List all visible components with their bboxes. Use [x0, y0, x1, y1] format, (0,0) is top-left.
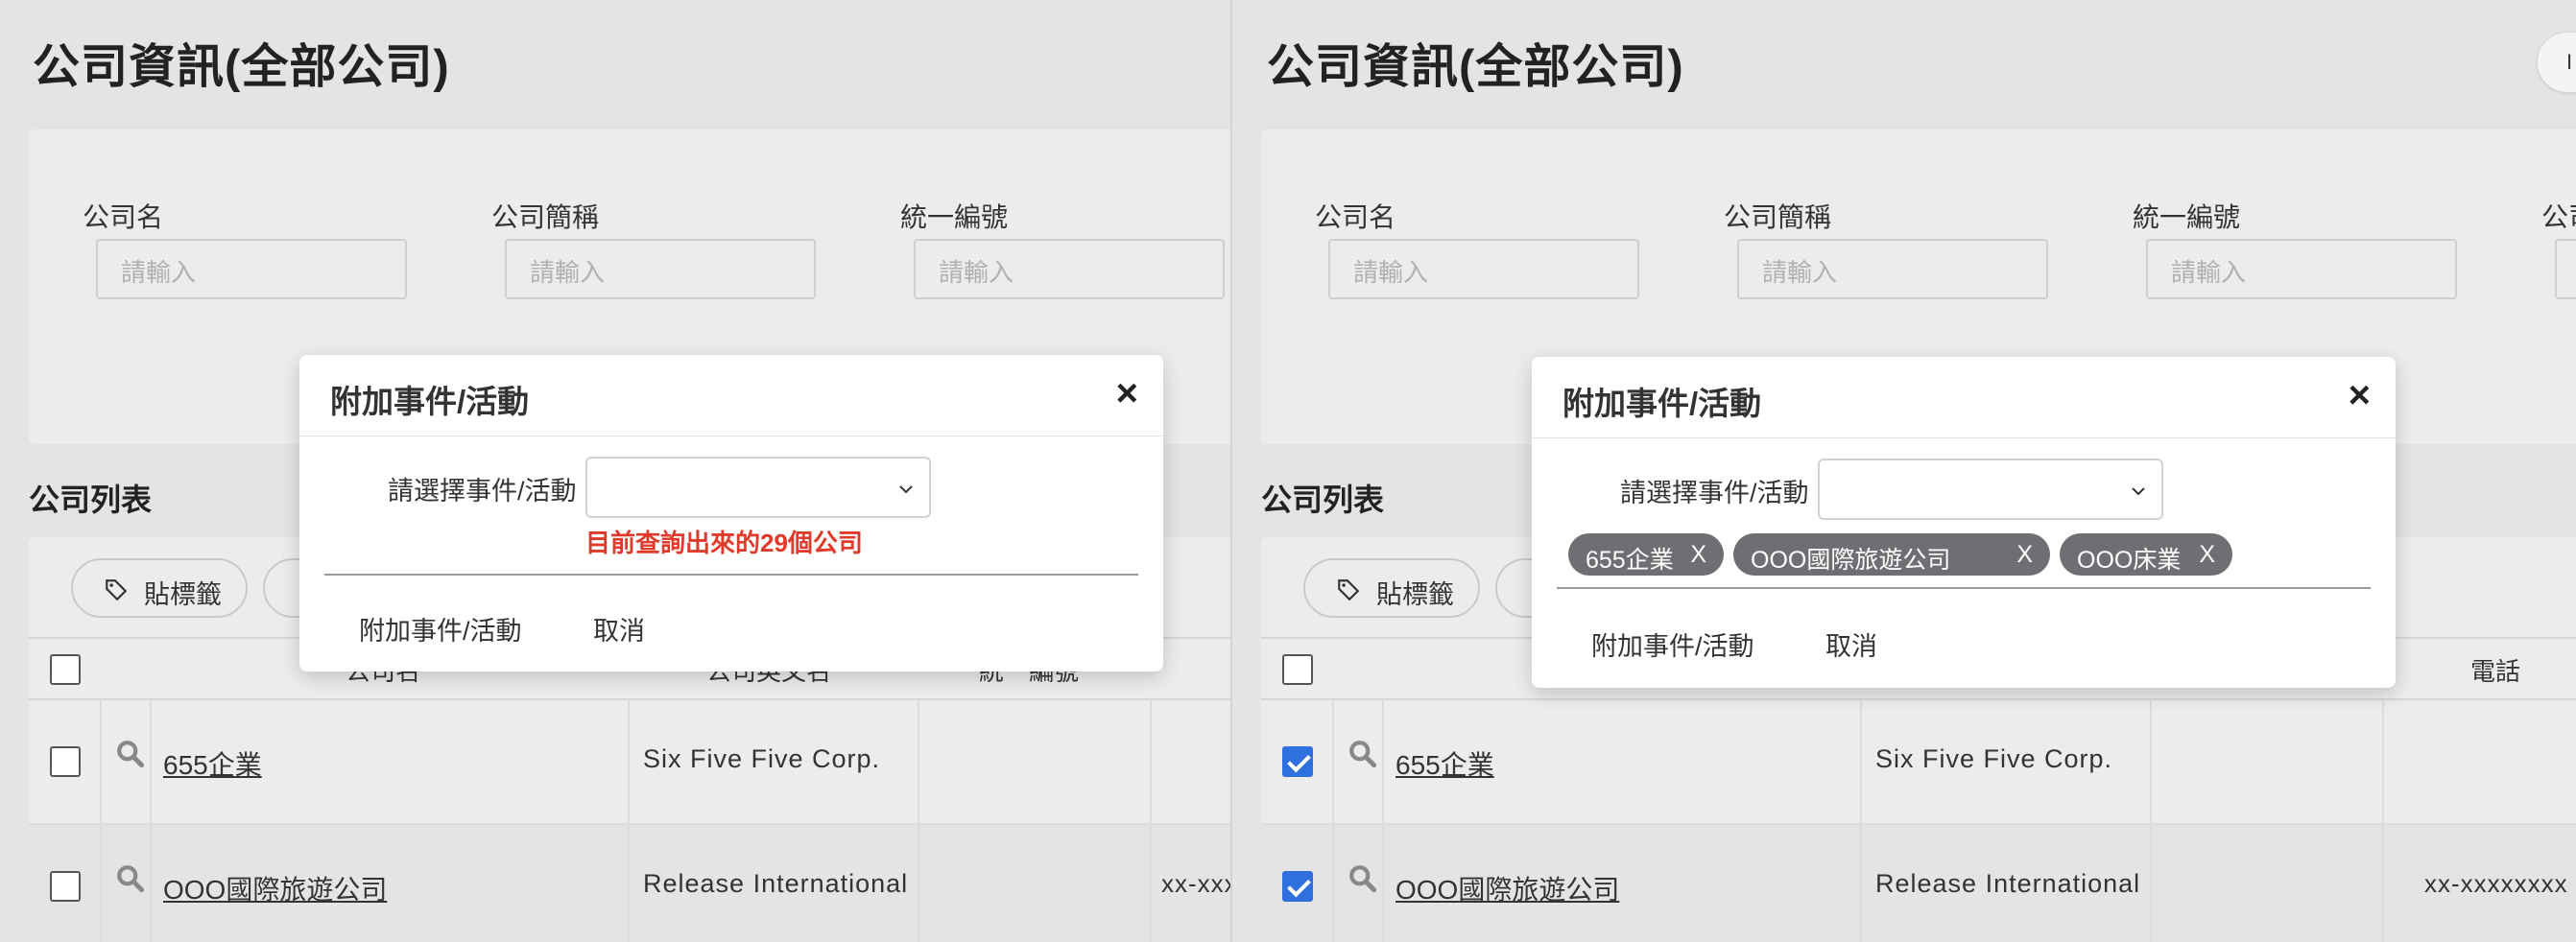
event-select[interactable] [585, 457, 931, 518]
page-title: 公司資訊(全部公司) [33, 41, 450, 93]
table-row[interactable]: 655企業 Six Five Five Corp. [29, 700, 1230, 825]
modal-title: 附加事件/活動 [1562, 386, 1762, 421]
company-name-link[interactable]: OOO國際旅遊公司 [163, 869, 387, 907]
row-checkbox-checked[interactable] [1282, 871, 1313, 902]
tag-button-label: 貼標籤 [1376, 580, 1454, 609]
company-en-name: Release International Travel [643, 869, 916, 898]
search-icon[interactable] [115, 863, 148, 896]
select-all-checkbox[interactable] [50, 654, 81, 685]
cancel-button[interactable]: 取消 [593, 610, 645, 648]
attach-event-modal: 附加事件/活動 × 請選擇事件/活動 目前查詢出來的29個公司 附加事件/活動 … [299, 355, 1163, 671]
company-en-name: Six Five Five Corp. [643, 744, 881, 773]
attach-event-modal: 附加事件/活動 × 請選擇事件/活動 655企業 X OOO國際旅遊公司 X O… [1532, 357, 2396, 688]
row-checkbox[interactable] [50, 746, 81, 777]
company-phone: xx-xxxxxxxx [1161, 869, 1230, 898]
chip-remove-icon[interactable]: X [2199, 541, 2215, 569]
search-icon[interactable] [1348, 739, 1380, 771]
tag-button[interactable]: 貼標籤 [1303, 558, 1480, 618]
warning-text: 目前查詢出來的29個公司 [585, 529, 863, 557]
event-select-label: 請選擇事件/活動 [1620, 479, 1809, 507]
list-title: 公司列表 [1261, 483, 1385, 517]
short-name-input[interactable]: 請輸入 [505, 239, 816, 299]
row-checkbox-checked[interactable] [1282, 746, 1313, 777]
table-row[interactable]: OOO國際旅遊公司 Release International Travel x… [29, 825, 1230, 942]
company-phone: xx-xxxxxxxx [2424, 869, 2568, 898]
filter-label: 公司簡稱 [491, 202, 600, 232]
company-name-input[interactable]: 請輸入 [96, 239, 407, 299]
list-title: 公司列表 [29, 483, 153, 517]
company-en-name: Release International Travel [1875, 869, 2148, 898]
chevron-down-icon [2132, 487, 2145, 496]
tax-id-input[interactable]: 請輸入 [2146, 239, 2457, 299]
short-name-input[interactable]: 請輸入 [1737, 239, 2048, 299]
chevron-down-icon [899, 485, 913, 494]
search-icon[interactable] [115, 739, 148, 771]
filter-label: 公司名 [1315, 202, 1396, 232]
filter-label: 統一編號 [900, 202, 1009, 232]
table-row[interactable]: 655企業 Six Five Five Corp. [1261, 700, 2576, 825]
filter-label: 統一編號 [2133, 202, 2241, 232]
close-icon[interactable]: × [1116, 372, 1138, 415]
col-phone: 電話 [2470, 657, 2521, 686]
select-all-checkbox[interactable] [1282, 654, 1313, 685]
chip-remove-icon[interactable]: X [1690, 541, 1706, 569]
close-icon[interactable]: × [2349, 374, 2371, 417]
company-name-link[interactable]: OOO國際旅遊公司 [1395, 869, 1619, 907]
cancel-button[interactable]: 取消 [1825, 625, 1877, 663]
tag-icon [106, 579, 128, 601]
event-select-label: 請選擇事件/活動 [388, 477, 577, 506]
company-name-link[interactable]: 655企業 [1395, 744, 1494, 783]
filter-label: 公司名 [83, 202, 164, 232]
modal-title: 附加事件/活動 [330, 384, 530, 419]
selected-company-chip: OOO國際旅遊公司 X [1733, 533, 2050, 576]
tag-button[interactable]: 貼標籤 [71, 558, 248, 618]
chip-remove-icon[interactable]: X [2016, 541, 2033, 569]
company-en-name: Six Five Five Corp. [1875, 744, 2113, 773]
top-right-button[interactable]: I [2538, 33, 2576, 92]
table-row[interactable]: OOO國際旅遊公司 Release International Travel x… [1261, 825, 2576, 942]
filter-label: 公司簡稱 [1724, 202, 1832, 232]
company-name-input[interactable]: 請輸入 [1328, 239, 1639, 299]
left-screen: 公司資訊(全部公司) 公司名 請輸入 公司簡稱 請輸入 統一編號 請輸入 公司列… [0, 0, 1230, 942]
page-title: 公司資訊(全部公司) [1267, 41, 1684, 93]
filter-label: 公司 [2541, 202, 2576, 232]
event-select[interactable] [1818, 459, 2163, 520]
tax-id-input[interactable]: 請輸入 [914, 239, 1225, 299]
selected-company-chip: OOO床業 X [2060, 533, 2232, 576]
tag-icon [1338, 579, 1360, 601]
company-name-link[interactable]: 655企業 [163, 744, 262, 783]
extra-input[interactable] [2555, 239, 2576, 299]
selected-company-chip: 655企業 X [1568, 533, 1724, 576]
search-icon[interactable] [1348, 863, 1380, 896]
attach-event-button[interactable]: 附加事件/活動 [359, 610, 522, 648]
attach-event-button[interactable]: 附加事件/活動 [1591, 625, 1754, 663]
tag-button-label: 貼標籤 [144, 580, 222, 609]
right-screen: 公司資訊(全部公司) I 公司名 請輸入 公司簡稱 請輸入 統一編號 請輸入 公… [1232, 0, 2576, 942]
row-checkbox[interactable] [50, 871, 81, 902]
